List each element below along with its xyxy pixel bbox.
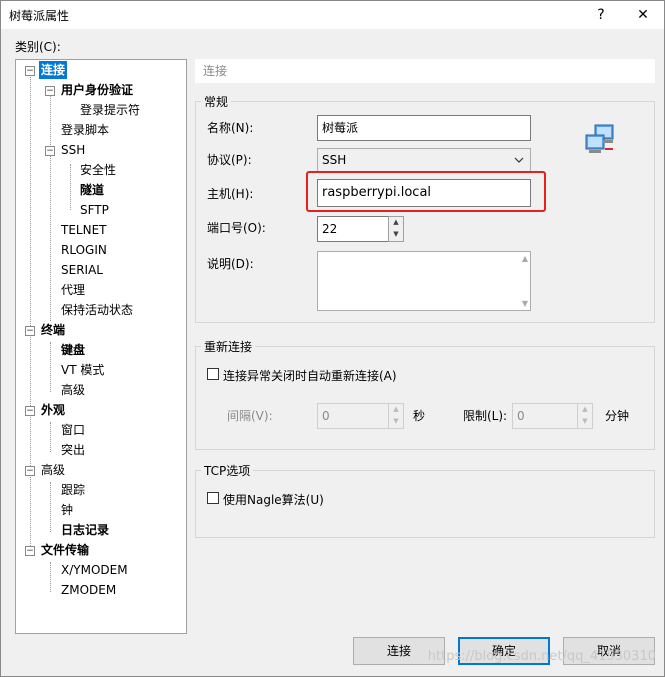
- reconnect-group-title: 重新连接: [201, 338, 256, 355]
- window-title: 树莓派属性: [9, 9, 70, 23]
- auto-reconnect-checkbox[interactable]: [207, 368, 219, 380]
- panel-header: 连接: [195, 59, 655, 83]
- nagle-checkbox[interactable]: [207, 492, 219, 504]
- tree-item-appearance[interactable]: 外观: [41, 401, 65, 419]
- tree-item-serial[interactable]: SERIAL: [61, 261, 103, 279]
- interval-field[interactable]: 0: [317, 403, 389, 429]
- spin-up-icon[interactable]: ▲: [389, 217, 403, 229]
- spin-down-icon[interactable]: ▼: [389, 416, 403, 428]
- tree-item-login-script[interactable]: 登录脚本: [61, 121, 109, 139]
- tree-item-terminal-advanced[interactable]: 高级: [61, 381, 85, 399]
- limit-spinner[interactable]: ▲ ▼: [577, 403, 593, 429]
- tree-line: [50, 422, 51, 452]
- general-group-title: 常规: [201, 93, 232, 110]
- tree-item-auth[interactable]: 用户身份验证: [61, 81, 133, 99]
- title-bar: 树莓派属性 ? ✕: [1, 1, 664, 29]
- port-spinner[interactable]: ▲ ▼: [388, 216, 404, 242]
- tree-item-tunnel[interactable]: 隧道: [80, 181, 104, 199]
- tree-item-rlogin[interactable]: RLOGIN: [61, 241, 107, 259]
- tree-item-window[interactable]: 窗口: [61, 421, 85, 439]
- collapse-icon[interactable]: −: [25, 406, 35, 416]
- port-label: 端口号(O):: [207, 221, 266, 235]
- limit-label: 限制(L):: [463, 409, 508, 423]
- tree-item-file-transfer[interactable]: 文件传输: [41, 541, 89, 559]
- highlight-box: [306, 171, 546, 212]
- spin-up-icon[interactable]: ▲: [578, 404, 592, 416]
- spin-down-icon[interactable]: ▼: [389, 229, 403, 241]
- help-button[interactable]: ?: [581, 3, 621, 27]
- description-label: 说明(D):: [207, 257, 254, 271]
- port-field[interactable]: 22: [317, 216, 389, 242]
- tree-item-advanced[interactable]: 高级: [41, 461, 65, 479]
- category-label: 类别(C):: [15, 40, 61, 54]
- description-field[interactable]: ▲ ▼: [317, 251, 531, 311]
- interval-spinner[interactable]: ▲ ▼: [388, 403, 404, 429]
- tree-line: [50, 96, 51, 321]
- nagle-label: 使用Nagle算法(U): [223, 493, 324, 507]
- tree-item-connect[interactable]: 连接: [39, 61, 68, 79]
- scroll-up-icon[interactable]: ▲: [522, 254, 528, 263]
- tcp-group-title: TCP选项: [201, 462, 254, 479]
- tree-line: [70, 164, 71, 210]
- category-tree[interactable]: − 连接 − 用户身份验证 登录提示符 登录脚本 − SSH 安全性 隧道 SF…: [15, 59, 187, 634]
- tree-item-terminal[interactable]: 终端: [41, 321, 65, 339]
- collapse-icon[interactable]: −: [25, 66, 35, 76]
- protocol-value: SSH: [322, 153, 347, 167]
- tree-line: [50, 482, 51, 532]
- seconds-label: 秒: [413, 409, 426, 423]
- collapse-icon[interactable]: −: [25, 326, 35, 336]
- tree-item-vt-mode[interactable]: VT 模式: [61, 361, 104, 379]
- close-button[interactable]: ✕: [623, 3, 663, 27]
- tree-item-keepalive[interactable]: 保持活动状态: [61, 301, 133, 319]
- tree-item-login-prompt[interactable]: 登录提示符: [80, 101, 140, 119]
- collapse-icon[interactable]: −: [25, 546, 35, 556]
- tree-item-security[interactable]: 安全性: [80, 161, 116, 179]
- tree-line: [50, 342, 51, 392]
- network-computers-icon: [583, 123, 617, 160]
- protocol-label: 协议(P):: [207, 153, 252, 167]
- name-field[interactable]: 树莓派: [317, 115, 531, 141]
- auto-reconnect-label: 连接异常关闭时自动重新连接(A): [223, 369, 397, 383]
- collapse-icon[interactable]: −: [25, 466, 35, 476]
- tree-item-proxy[interactable]: 代理: [61, 281, 85, 299]
- watermark: https://blog.csdn.net/qq_41530310: [427, 649, 656, 664]
- tree-item-trace[interactable]: 跟踪: [61, 481, 85, 499]
- tree-item-xymodem[interactable]: X/YMODEM: [61, 561, 128, 579]
- tree-item-highlight[interactable]: 突出: [61, 441, 85, 459]
- protocol-select[interactable]: SSH: [317, 148, 531, 172]
- tree-item-zmodem[interactable]: ZMODEM: [61, 581, 116, 599]
- spin-up-icon[interactable]: ▲: [389, 404, 403, 416]
- name-label: 名称(N):: [207, 121, 254, 135]
- collapse-icon[interactable]: −: [45, 146, 55, 156]
- properties-dialog: 树莓派属性 ? ✕ 类别(C): − 连接 − 用户身份验证 登录提示符 登录脚…: [0, 0, 665, 677]
- minutes-label: 分钟: [605, 409, 630, 423]
- tree-item-ssh[interactable]: SSH: [61, 141, 85, 159]
- host-label: 主机(H):: [207, 187, 254, 201]
- tree-item-telnet[interactable]: TELNET: [61, 221, 107, 239]
- scroll-down-icon[interactable]: ▼: [522, 299, 528, 308]
- tree-item-bell[interactable]: 钟: [61, 501, 73, 519]
- tree-item-logging[interactable]: 日志记录: [61, 521, 109, 539]
- interval-label: 间隔(V):: [227, 409, 273, 423]
- tree-item-sftp[interactable]: SFTP: [80, 201, 109, 219]
- tree-line: [30, 74, 31, 554]
- spin-down-icon[interactable]: ▼: [578, 416, 592, 428]
- tree-item-keyboard[interactable]: 键盘: [61, 341, 85, 359]
- tree-line: [50, 562, 51, 592]
- limit-field[interactable]: 0: [512, 403, 578, 429]
- reconnect-group: [195, 346, 655, 450]
- collapse-icon[interactable]: −: [45, 86, 55, 96]
